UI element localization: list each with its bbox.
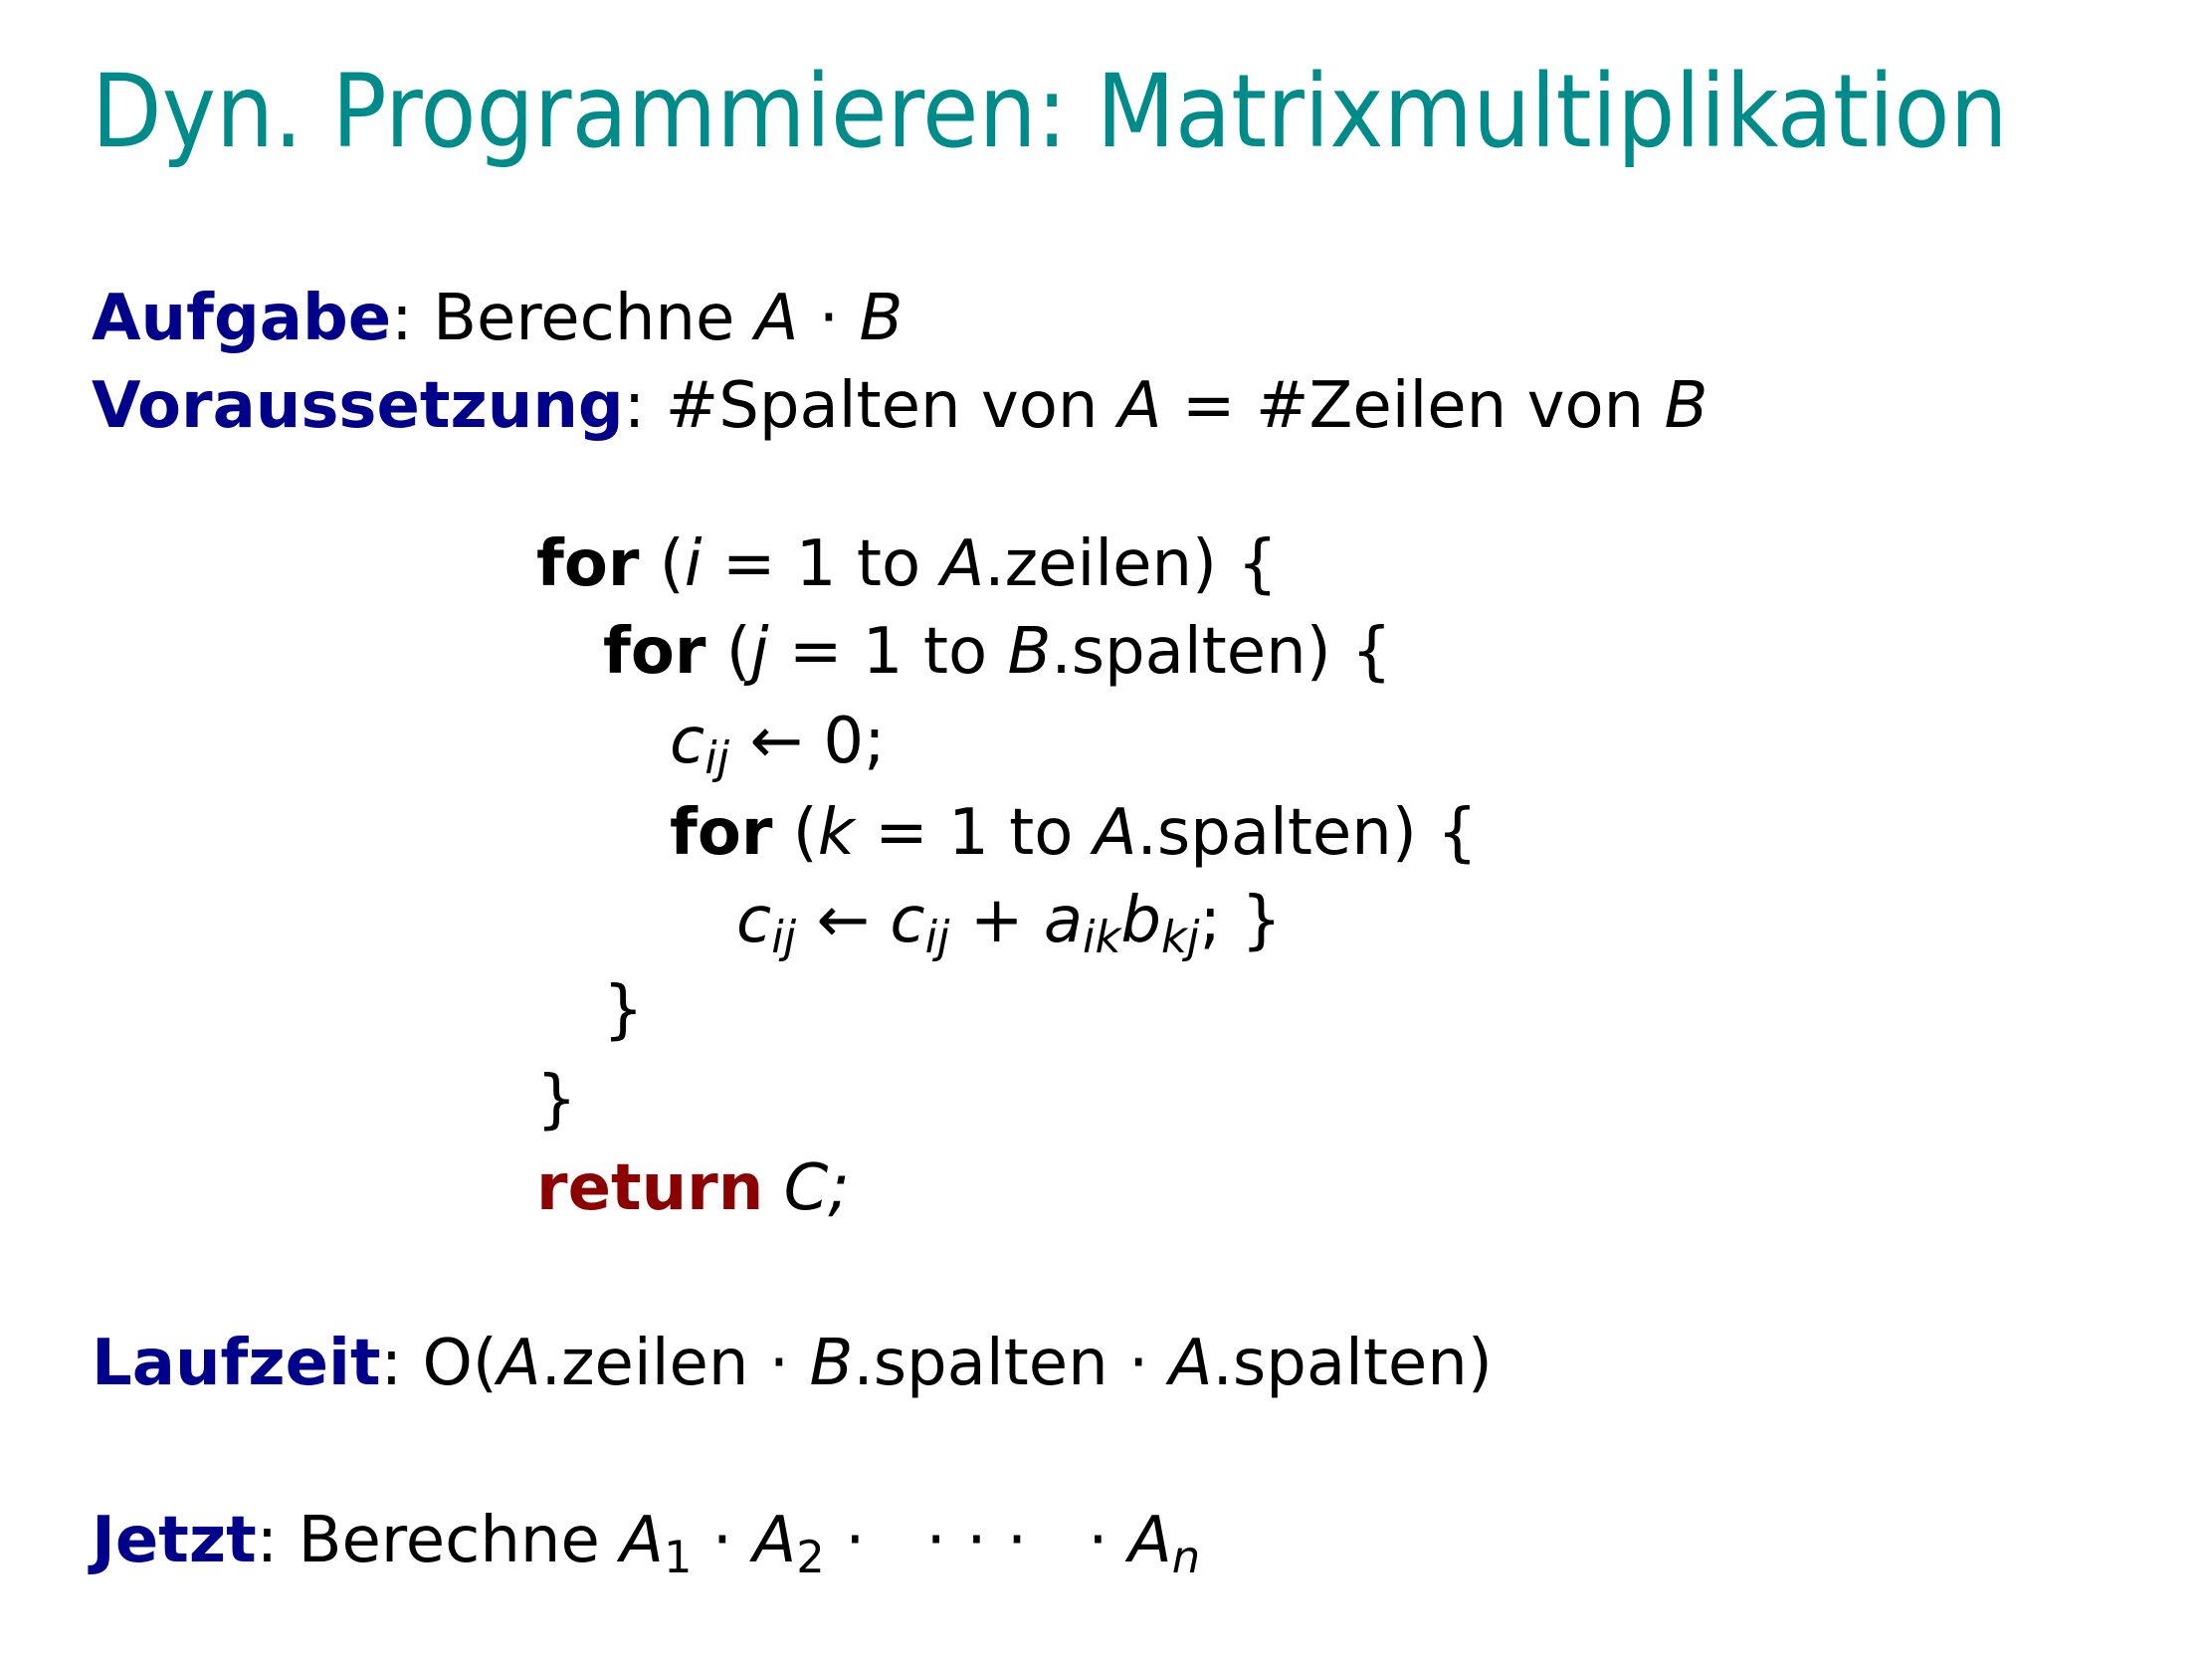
var-b: B xyxy=(809,1327,854,1400)
aufgabe-line: Aufgabe: Berechne A · B xyxy=(92,287,903,350)
slide-title: Dyn. Programmieren: Matrixmultiplikation xyxy=(92,53,2008,171)
obj: A xyxy=(1093,796,1137,870)
subscript: ij xyxy=(704,731,730,785)
subscript: ik xyxy=(1083,911,1121,964)
text: : O( xyxy=(380,1327,498,1400)
obj: B xyxy=(1007,615,1052,689)
rest: .spalten) { xyxy=(1051,615,1392,689)
var: j xyxy=(750,615,769,689)
aufgabe-label: Aufgabe xyxy=(92,282,392,355)
var-b: B xyxy=(1664,369,1709,443)
range: = 1 to xyxy=(854,796,1094,870)
code-line-2: for (j = 1 to B.spalten) { xyxy=(603,620,1392,684)
code-line-1: for (i = 1 to A.zeilen) { xyxy=(536,532,1278,596)
text: .zeilen · xyxy=(540,1327,810,1400)
range: = 1 to xyxy=(702,527,941,601)
end: ; } xyxy=(1199,884,1283,957)
code-close-inner: } xyxy=(603,973,644,1047)
subscript: kj xyxy=(1161,911,1200,964)
var-a: A xyxy=(752,1504,797,1577)
voraussetzung-text: : #Spalten von xyxy=(623,369,1118,443)
dot: · xyxy=(798,282,860,355)
var-a: A xyxy=(1127,1504,1172,1577)
paren: ( xyxy=(639,527,685,601)
code-line-3: cij ← 0; xyxy=(670,710,886,781)
rest: .zeilen) { xyxy=(984,527,1279,601)
var-a: A xyxy=(1168,1327,1213,1400)
var: i xyxy=(684,527,703,601)
code-line-5: cij ← cij + aikbkj; } xyxy=(736,889,1282,960)
for-keyword: for xyxy=(536,527,640,601)
aufgabe-text: : Berechne xyxy=(391,282,755,355)
for-keyword: for xyxy=(670,796,773,870)
code-line-4: for (k = 1 to A.spalten) { xyxy=(670,801,1478,865)
subscript: ij xyxy=(924,911,950,964)
for-keyword: for xyxy=(603,615,706,689)
laufzeit-label: Laufzeit xyxy=(92,1327,381,1400)
rest: .spalten) { xyxy=(1136,796,1478,870)
var-a: A xyxy=(1117,369,1162,443)
rest: ← 0; xyxy=(729,705,886,778)
code-return-line: return C; xyxy=(536,1156,850,1220)
var-c: c xyxy=(670,705,705,778)
laufzeit-line: Laufzeit: O(A.zeilen · B.spalten · A.spa… xyxy=(92,1332,1493,1395)
obj: A xyxy=(940,527,985,601)
arrow: ← xyxy=(796,884,891,957)
var-b: B xyxy=(859,282,904,355)
var-a: a xyxy=(1043,884,1084,957)
return-keyword: return xyxy=(536,1151,764,1225)
var-a: A xyxy=(497,1327,541,1400)
voraussetzung-line: Voraussetzung: #Spalten von A = #Zeilen … xyxy=(92,374,1708,438)
var-b: b xyxy=(1120,884,1162,957)
code-close-outer: } xyxy=(536,1063,577,1137)
var-a: A xyxy=(620,1504,664,1577)
subscript: n xyxy=(1171,1531,1201,1584)
var-c: c xyxy=(890,884,925,957)
var: k xyxy=(817,796,855,870)
voraussetzung-label: Voraussetzung xyxy=(92,369,624,443)
voraussetzung-text2: = #Zeilen von xyxy=(1161,369,1665,443)
var-a: A xyxy=(754,282,799,355)
jetzt-label: Jetzt xyxy=(92,1504,257,1577)
paren: ( xyxy=(705,615,751,689)
subscript: 1 xyxy=(663,1531,693,1584)
dot: · xyxy=(692,1504,753,1577)
range: = 1 to xyxy=(768,615,1008,689)
plus: + xyxy=(949,884,1044,957)
text: .spalten) xyxy=(1212,1327,1493,1400)
jetzt-line: Jetzt: Berechne A1 · A2 · · · · · An xyxy=(92,1509,1200,1580)
return-value: C; xyxy=(763,1151,850,1225)
dots: · · · · · xyxy=(824,1504,1128,1577)
text: : Berechne xyxy=(256,1504,621,1577)
paren: ( xyxy=(772,796,818,870)
subscript: ij xyxy=(771,911,797,964)
var-c: c xyxy=(736,884,772,957)
subscript: 2 xyxy=(796,1531,825,1584)
text: .spalten · xyxy=(853,1327,1169,1400)
